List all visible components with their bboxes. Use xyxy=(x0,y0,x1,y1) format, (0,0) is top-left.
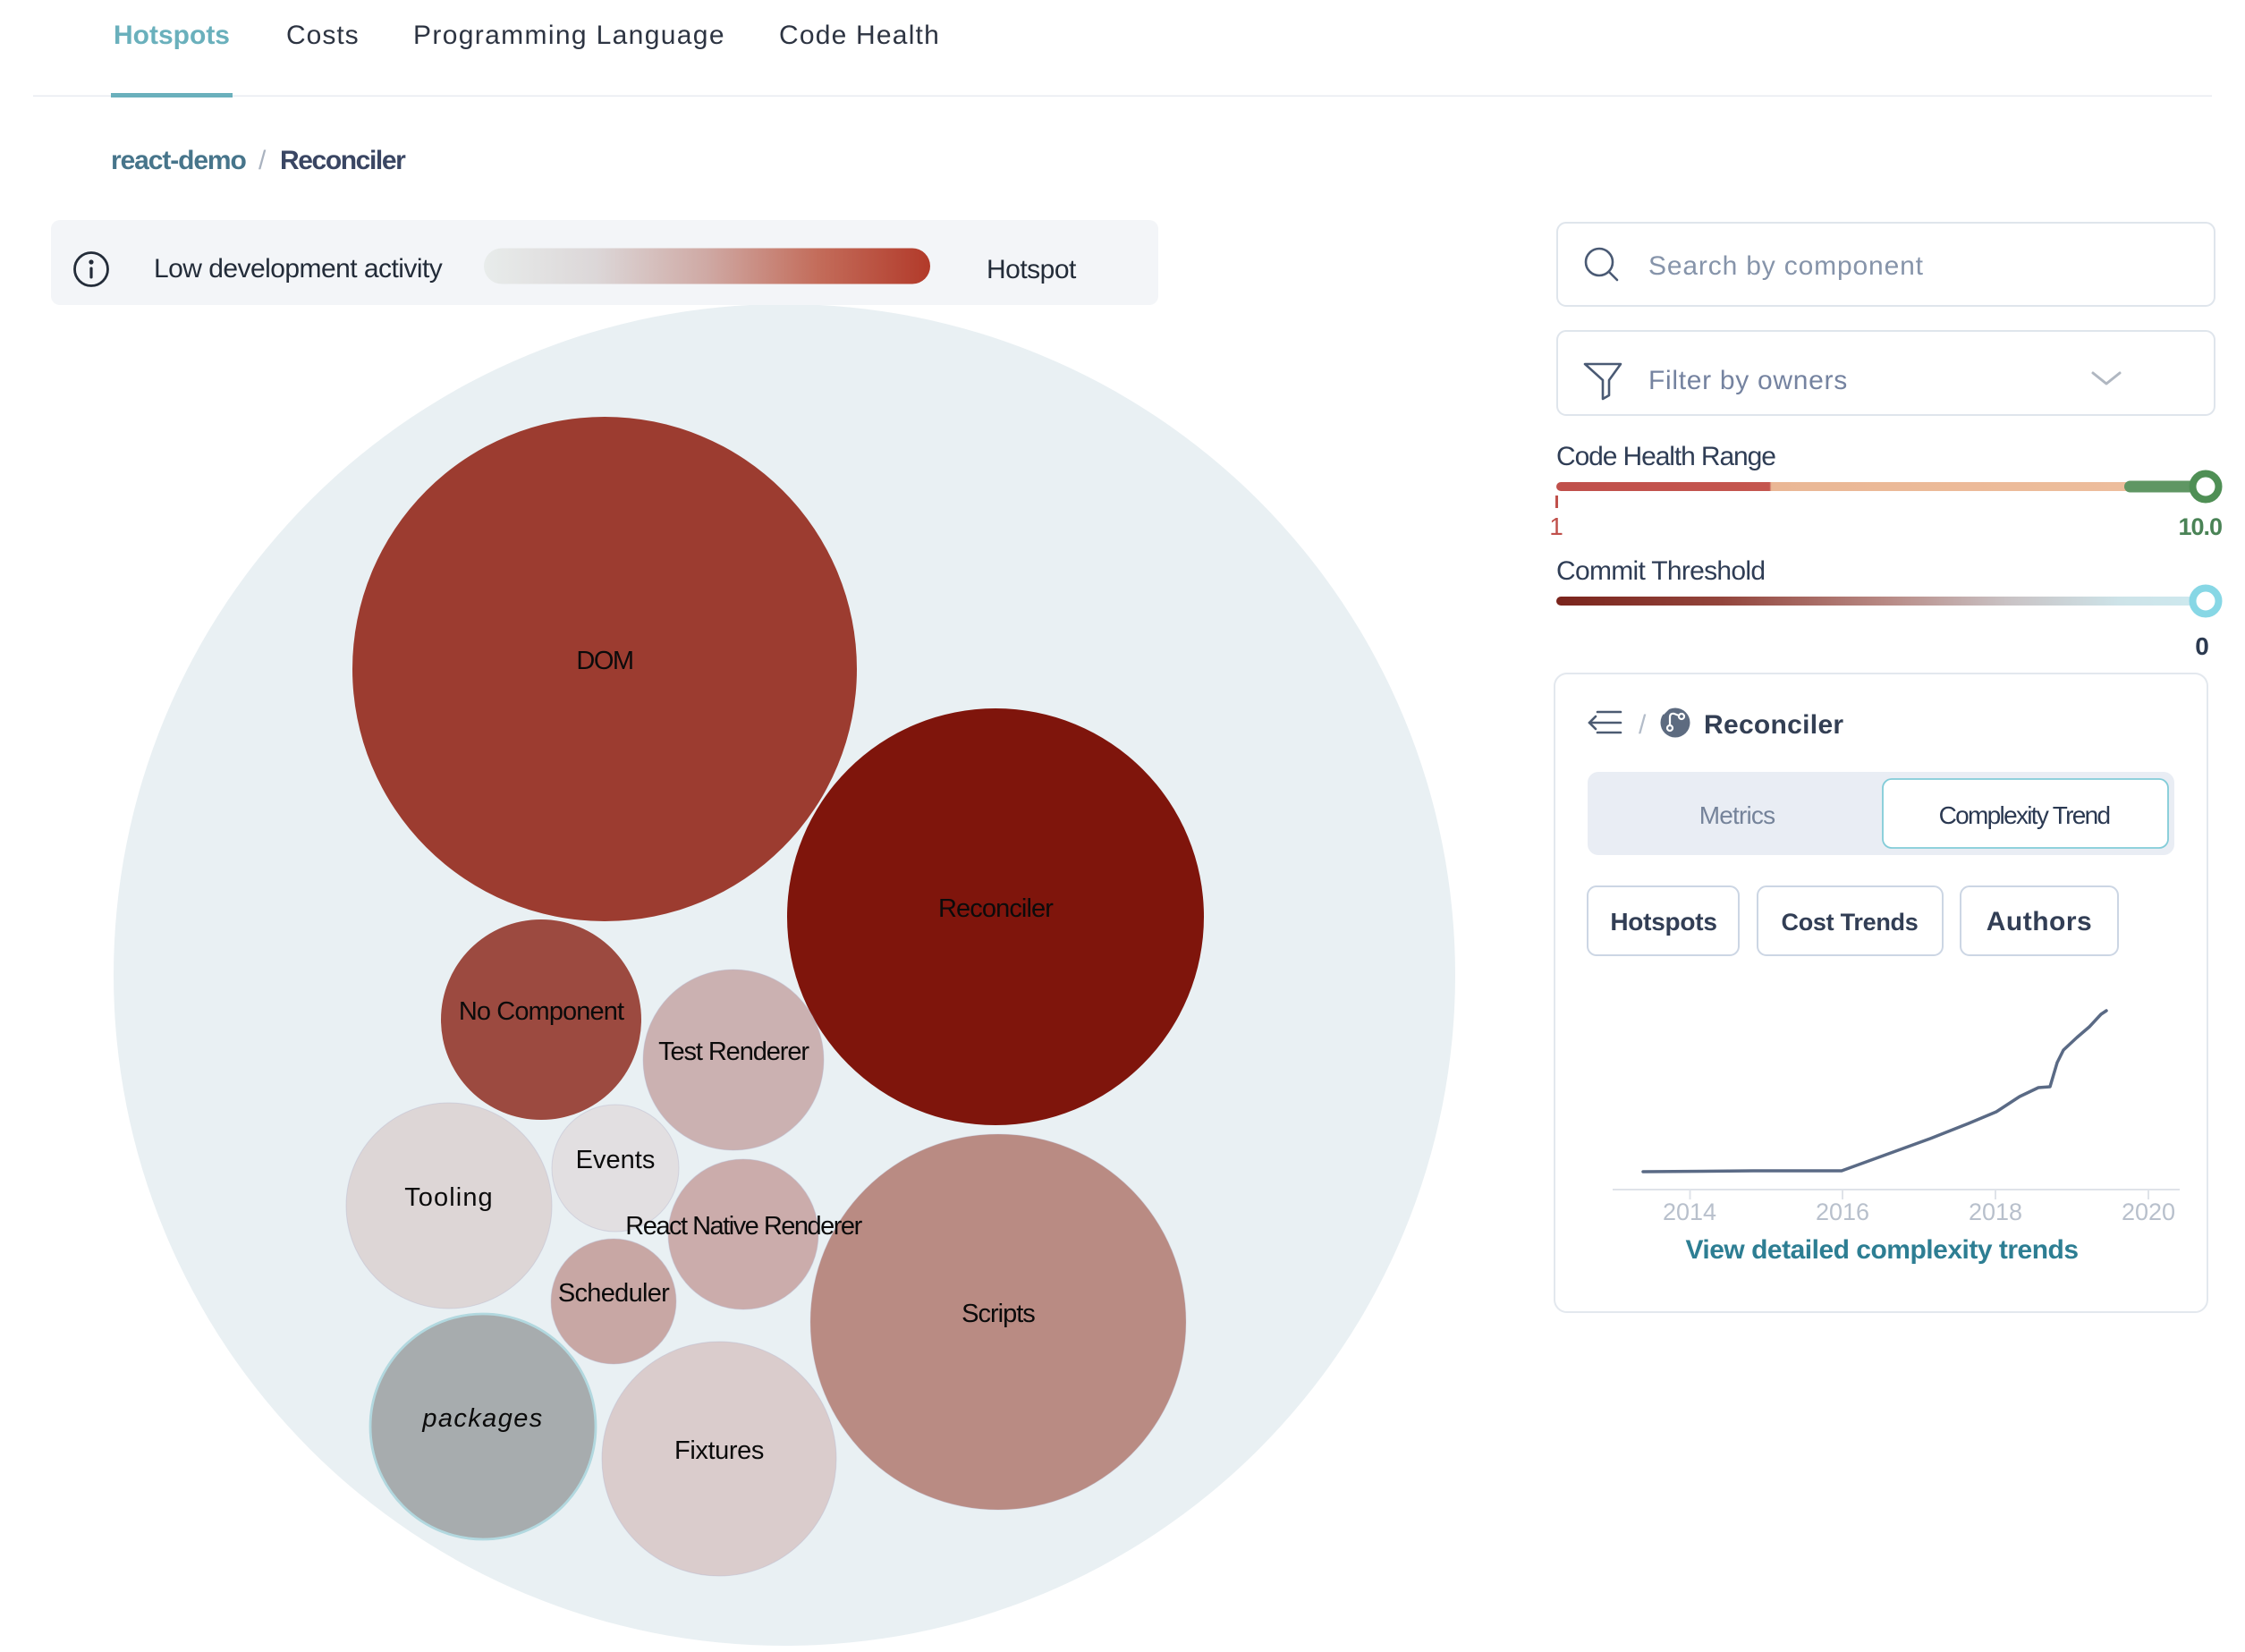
svg-text:Programming Language: Programming Language xyxy=(413,21,725,50)
svg-text:React Native Renderer: React Native Renderer xyxy=(625,1212,862,1241)
svg-text:Fixtures: Fixtures xyxy=(674,1436,764,1465)
svg-text:Reconciler: Reconciler xyxy=(280,146,406,175)
svg-text:Complexity Trend: Complexity Trend xyxy=(1939,801,2110,829)
svg-text:Hotspots: Hotspots xyxy=(114,21,230,50)
svg-text:/: / xyxy=(1639,710,1647,740)
svg-text:Filter by owners: Filter by owners xyxy=(1648,366,1848,395)
svg-text:react-demo: react-demo xyxy=(111,146,246,175)
svg-text:Search by component: Search by component xyxy=(1648,251,1924,281)
svg-text:Commit Threshold: Commit Threshold xyxy=(1556,556,1765,586)
svg-text:View detailed complexity trend: View detailed complexity trends xyxy=(1685,1235,2078,1265)
svg-text:No Component: No Component xyxy=(459,997,624,1026)
svg-text:2020: 2020 xyxy=(2122,1199,2175,1225)
svg-text:Costs: Costs xyxy=(286,21,360,50)
svg-text:DOM: DOM xyxy=(576,647,632,675)
svg-text:10.0: 10.0 xyxy=(2178,513,2222,540)
svg-text:Tooling: Tooling xyxy=(404,1183,494,1212)
svg-text:1: 1 xyxy=(1549,513,1563,540)
svg-text:Scripts: Scripts xyxy=(962,1300,1035,1328)
svg-text:Events: Events xyxy=(576,1146,656,1174)
svg-text:Metrics: Metrics xyxy=(1699,801,1775,829)
svg-text:/: / xyxy=(258,146,267,175)
svg-text:2016: 2016 xyxy=(1816,1199,1869,1225)
svg-text:Reconciler: Reconciler xyxy=(1704,710,1843,740)
svg-text:Test Renderer: Test Renderer xyxy=(658,1038,809,1066)
svg-text:packages: packages xyxy=(421,1404,543,1433)
svg-text:Authors: Authors xyxy=(1987,907,2093,936)
svg-text:Reconciler: Reconciler xyxy=(938,894,1054,923)
svg-text:2018: 2018 xyxy=(1969,1199,2022,1225)
svg-text:0: 0 xyxy=(2195,632,2209,660)
svg-text:Hotspot: Hotspot xyxy=(987,255,1077,284)
svg-text:Low development activity: Low development activity xyxy=(154,254,443,284)
svg-text:Cost Trends: Cost Trends xyxy=(1781,909,1918,936)
svg-text:Code Health Range: Code Health Range xyxy=(1556,442,1775,471)
svg-text:Hotspots: Hotspots xyxy=(1610,908,1716,936)
svg-text:Code Health: Code Health xyxy=(779,21,940,50)
svg-text:2014: 2014 xyxy=(1663,1199,1716,1225)
svg-text:Scheduler: Scheduler xyxy=(558,1279,670,1308)
